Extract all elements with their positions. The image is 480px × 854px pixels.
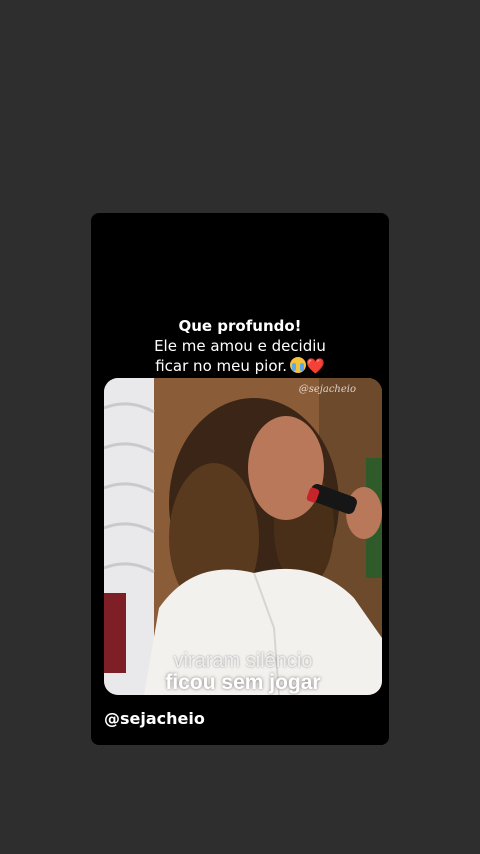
crying-face-icon <box>290 357 307 373</box>
caption-line-1: Ele me amou e decidiu <box>154 337 326 355</box>
caption-line-2-text: ficar no meu pior. <box>155 357 288 375</box>
video-subtitle-bottom: ficou sem jogar <box>165 671 321 694</box>
caption-title: Que profundo! <box>178 317 302 335</box>
video-player[interactable]: @sejacheio viraram silêncio ficou sem jo… <box>104 378 382 695</box>
account-handle[interactable]: @sejacheio <box>104 709 205 728</box>
video-subtitle-top: viraram silêncio <box>173 650 313 672</box>
video-frame <box>104 378 382 695</box>
caption-line-2: ficar no meu pior. ❤️ <box>91 356 389 376</box>
story-viewer: Que profundo! Ele me amou e decidiu fica… <box>0 0 480 854</box>
post-caption: Que profundo! Ele me amou e decidiu fica… <box>91 316 389 376</box>
post-card[interactable]: Que profundo! Ele me amou e decidiu fica… <box>91 213 389 745</box>
video-watermark: @sejacheio <box>298 384 356 395</box>
red-heart-icon: ❤️ <box>306 357 325 375</box>
